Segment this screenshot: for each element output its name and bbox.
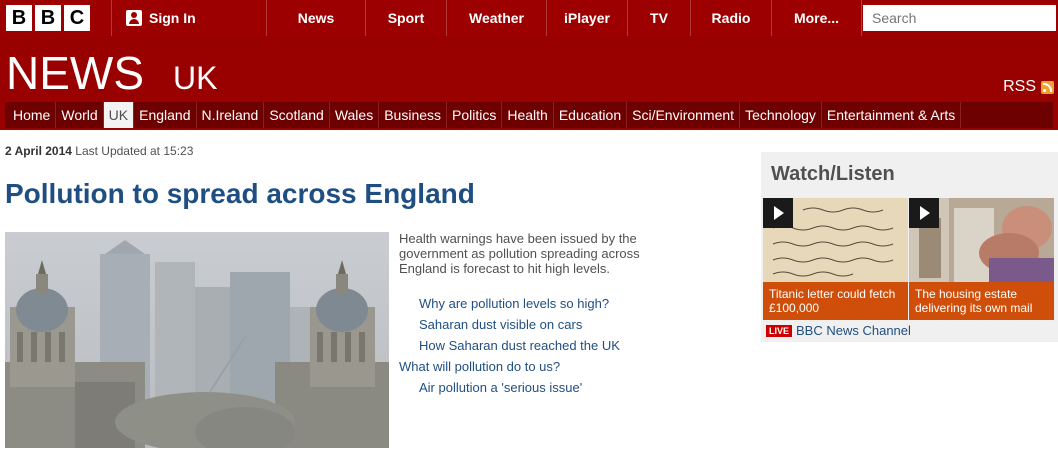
article-image[interactable] bbox=[5, 232, 389, 448]
global-nav-radio[interactable]: Radio bbox=[691, 0, 772, 36]
rss-link[interactable]: RSS bbox=[1003, 78, 1054, 96]
play-icon bbox=[909, 198, 939, 228]
section-nav: Home World UK England N.Ireland Scotland Wales… bbox=[5, 102, 1053, 128]
related-link[interactable]: Air pollution a 'serious issue' bbox=[399, 377, 620, 398]
related-link[interactable]: How Saharan dust reached the UK bbox=[399, 335, 620, 356]
headline[interactable]: Pollution to spread across England bbox=[5, 178, 475, 210]
related-link[interactable]: Saharan dust visible on cars bbox=[399, 314, 620, 335]
section-nav-item[interactable]: UK bbox=[103, 102, 135, 128]
live-channel-label: BBC News Channel bbox=[796, 323, 911, 338]
edition-label: UK bbox=[173, 60, 218, 96]
news-title[interactable]: NEWS bbox=[6, 48, 144, 98]
global-bar: B B C Sign In News Sport Weather iPlayer TV R… bbox=[0, 0, 1058, 36]
sign-in-label: Sign In bbox=[149, 10, 196, 26]
greenwich-skyline-illustration bbox=[5, 232, 389, 448]
global-nav-iplayer[interactable]: iPlayer bbox=[547, 0, 628, 36]
section-nav-item[interactable]: England bbox=[134, 102, 197, 128]
logo-letter: B bbox=[35, 5, 61, 31]
section-nav-item[interactable]: N.Ireland bbox=[197, 102, 265, 128]
global-nav-more[interactable]: More... bbox=[772, 0, 862, 36]
sign-in-link[interactable]: Sign In bbox=[111, 0, 267, 36]
video-caption: The housing estate delivering its own ma… bbox=[909, 282, 1054, 320]
section-nav-item[interactable]: Business bbox=[379, 102, 448, 128]
section-nav-item[interactable]: Technology bbox=[740, 102, 822, 128]
article-summary: Health warnings have been issued by the … bbox=[399, 231, 640, 276]
global-nav-weather[interactable]: Weather bbox=[447, 0, 547, 36]
video-item[interactable]: Titanic letter could fetch £100,000 bbox=[763, 198, 908, 320]
logo-letter: B bbox=[6, 5, 32, 31]
rss-label: RSS bbox=[1003, 78, 1036, 95]
section-nav-item[interactable]: World bbox=[56, 102, 104, 128]
article-date: 2 April 2014 bbox=[5, 144, 72, 158]
live-badge: LIVE bbox=[766, 324, 793, 337]
play-icon bbox=[763, 198, 793, 228]
global-nav-tv[interactable]: TV bbox=[628, 0, 691, 36]
section-nav-item[interactable]: Home bbox=[8, 102, 57, 128]
search-input[interactable] bbox=[863, 5, 1056, 31]
dateline: 2 April 2014 Last Updated at 15:23 bbox=[5, 144, 193, 158]
section-nav-item[interactable]: Entertainment & Arts bbox=[822, 102, 962, 128]
global-nav-sport[interactable]: Sport bbox=[366, 0, 447, 36]
last-updated: Last Updated at 15:23 bbox=[75, 144, 194, 158]
watch-listen-title: Watch/Listen bbox=[771, 163, 895, 185]
video-item[interactable]: The housing estate delivering its own ma… bbox=[909, 198, 1054, 320]
section-nav-item[interactable]: Politics bbox=[447, 102, 503, 128]
section-nav-item[interactable]: Education bbox=[554, 102, 628, 128]
section-nav-item[interactable]: Wales bbox=[330, 102, 380, 128]
logo-letter: C bbox=[64, 5, 90, 31]
news-header: NEWS UK RSS Home World UK England N.Ireland S… bbox=[0, 36, 1058, 130]
global-nav-news[interactable]: News bbox=[267, 0, 366, 36]
rss-icon bbox=[1041, 80, 1054, 94]
section-nav-item[interactable]: Sci/Environment bbox=[627, 102, 741, 128]
video-caption: Titanic letter could fetch £100,000 bbox=[763, 282, 908, 320]
global-nav: News Sport Weather iPlayer TV Radio More... bbox=[267, 0, 862, 36]
section-nav-item[interactable]: Health bbox=[502, 102, 554, 128]
related-links: Why are pollution levels so high? Saharan… bbox=[399, 293, 620, 398]
section-nav-item[interactable]: Scotland bbox=[264, 102, 330, 128]
live-channel-link[interactable]: LIVE BBC News Channel bbox=[766, 323, 911, 338]
video-thumbnail bbox=[763, 198, 908, 282]
bbc-logo[interactable]: B B C bbox=[6, 5, 90, 31]
watch-listen-panel: Watch/Listen Titanic letter could fetch … bbox=[761, 152, 1058, 342]
related-link[interactable]: What will pollution do to us? bbox=[399, 356, 620, 377]
related-link[interactable]: Why are pollution levels so high? bbox=[399, 293, 620, 314]
video-thumbnail bbox=[909, 198, 1054, 282]
user-icon bbox=[126, 10, 142, 26]
